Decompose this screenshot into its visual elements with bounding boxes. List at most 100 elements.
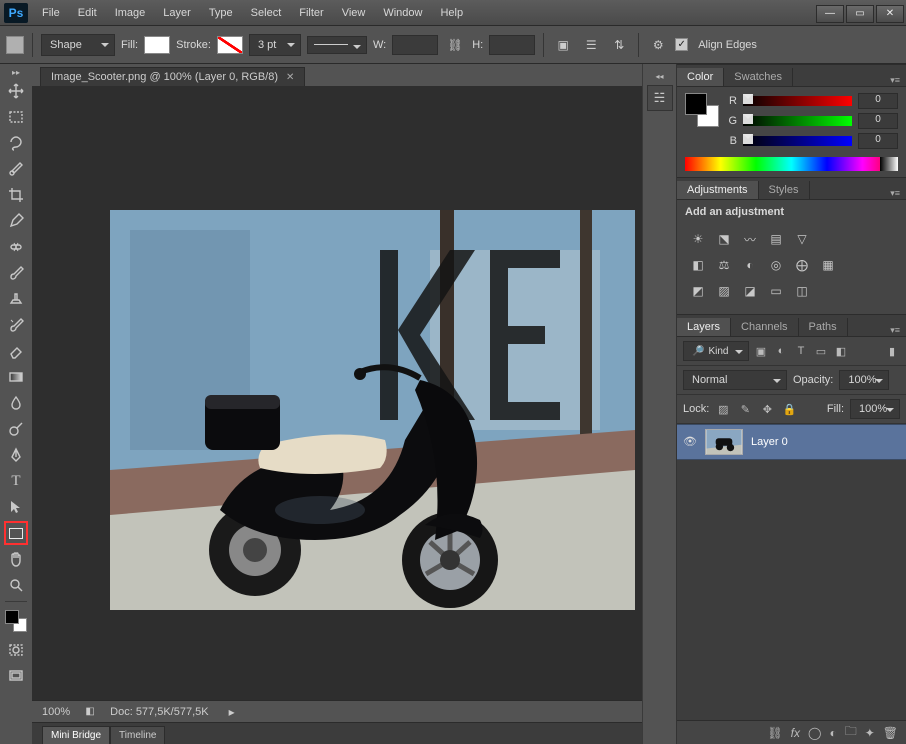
panel-menu-icon[interactable]: ▾≡ [884,188,906,199]
color-lookup-icon[interactable]: ▦ [817,254,839,276]
layer-mask-icon[interactable]: ◯ [808,726,821,740]
layer-filter-kind-dropdown[interactable]: 🔎Kind [683,341,749,361]
adjustments-tab[interactable]: Adjustments [677,181,759,199]
fill-opacity-field[interactable]: 100% [850,399,900,419]
foreground-background-swatch[interactable] [4,606,28,636]
lasso-tool[interactable] [4,131,28,155]
crop-tool[interactable] [4,183,28,207]
lock-pixels-icon[interactable]: ✎ [737,401,753,417]
canvas[interactable] [32,86,642,700]
threshold-icon[interactable]: ◪ [739,280,761,302]
stroke-swatch[interactable] [217,36,243,54]
panel-menu-icon[interactable]: ▾≡ [884,325,906,336]
hue-saturation-icon[interactable]: ◧ [687,254,709,276]
clone-stamp-tool[interactable] [4,287,28,311]
layers-tab[interactable]: Layers [677,318,731,336]
new-layer-icon[interactable]: ✦ [865,726,875,740]
link-wh-icon[interactable]: ⛓ [444,34,466,56]
stroke-width-field[interactable]: 3 pt [249,34,301,56]
menu-filter[interactable]: Filter [291,3,331,23]
filter-shape-icon[interactable]: ▭ [813,343,829,359]
color-balance-icon[interactable]: ⚖ [713,254,735,276]
lock-position-icon[interactable]: ✥ [759,401,775,417]
layer-name[interactable]: Layer 0 [751,436,788,448]
visibility-toggle-icon[interactable]: 👁 [683,435,697,449]
width-field[interactable] [392,35,438,55]
path-arrange-icon[interactable]: ⇅ [608,34,630,56]
blend-mode-dropdown[interactable]: Normal [683,370,787,390]
filter-type-icon[interactable]: T [793,343,809,359]
rectangle-shape-tool[interactable] [4,521,28,545]
curves-icon[interactable]: 〰 [739,228,761,250]
b-value[interactable]: 0 [858,133,898,149]
b-slider[interactable] [743,136,852,146]
menu-select[interactable]: Select [243,3,290,23]
zoom-tool[interactable] [4,573,28,597]
window-minimize-button[interactable]: — [816,5,844,23]
eraser-tool[interactable] [4,339,28,363]
pen-tool[interactable] [4,443,28,467]
stroke-style-dropdown[interactable] [307,36,367,54]
fill-swatch[interactable] [144,36,170,54]
layer-effects-icon[interactable]: fx [791,726,800,740]
brush-tool[interactable] [4,261,28,285]
panel-menu-icon[interactable]: ▾≡ [884,75,906,86]
opacity-field[interactable]: 100% [839,370,889,390]
gradient-tool[interactable] [4,365,28,389]
layer-row[interactable]: 👁 Layer 0 [677,424,906,460]
path-alignment-icon[interactable]: ☰ [580,34,602,56]
invert-icon[interactable]: ◩ [687,280,709,302]
delete-layer-icon[interactable]: 🗑 [883,726,898,740]
posterize-icon[interactable]: ▨ [713,280,735,302]
vibrance-icon[interactable]: ▽ [791,228,813,250]
levels-icon[interactable]: ⬔ [713,228,735,250]
selective-color-icon[interactable]: ◫ [791,280,813,302]
blur-tool[interactable] [4,391,28,415]
hand-tool[interactable] [4,547,28,571]
link-layers-icon[interactable]: ⛓ [767,726,782,740]
lock-transparency-icon[interactable]: ▨ [715,401,731,417]
close-icon[interactable]: ✕ [286,72,294,83]
photo-filter-icon[interactable]: ◎ [765,254,787,276]
dodge-tool[interactable] [4,417,28,441]
window-maximize-button[interactable]: ▭ [846,5,874,23]
color-tab[interactable]: Color [677,68,724,86]
mini-bridge-tab[interactable]: Mini Bridge [42,726,110,744]
status-more-icon[interactable]: ▸ [221,701,243,723]
r-value[interactable]: 0 [858,93,898,109]
menu-type[interactable]: Type [201,3,241,23]
toolbox-collapse-grip[interactable]: ▸▸ [0,68,32,78]
new-adjustment-layer-icon[interactable]: ◐ [829,726,836,740]
document-info[interactable]: Doc: 577,5K/577,5K [110,706,208,718]
g-slider[interactable] [743,116,852,126]
lock-all-icon[interactable]: 🔒 [781,401,797,417]
screen-mode-toggle[interactable] [4,664,28,688]
new-group-icon[interactable]: 🗀 [845,722,857,743]
gradient-map-icon[interactable]: ▭ [765,280,787,302]
menu-file[interactable]: File [34,3,68,23]
gear-icon[interactable]: ⚙ [647,34,669,56]
menu-edit[interactable]: Edit [70,3,105,23]
history-panel-icon[interactable]: ☵ [647,85,673,111]
quick-mask-toggle[interactable] [4,638,28,662]
brightness-contrast-icon[interactable]: ☀ [687,228,709,250]
rectangular-marquee-tool[interactable] [4,105,28,129]
path-selection-tool[interactable] [4,495,28,519]
spot-healing-tool[interactable] [4,235,28,259]
height-field[interactable] [489,35,535,55]
exposure-icon[interactable]: ▤ [765,228,787,250]
move-tool[interactable] [4,79,28,103]
document-tab[interactable]: Image_Scooter.png @ 100% (Layer 0, RGB/8… [40,67,305,86]
filter-adjust-icon[interactable]: ◐ [773,343,789,359]
channels-tab[interactable]: Channels [731,318,798,336]
window-close-button[interactable]: ✕ [876,5,904,23]
history-brush-tool[interactable] [4,313,28,337]
status-doc-icon[interactable]: ◧ [82,704,98,720]
menu-help[interactable]: Help [432,3,471,23]
menu-view[interactable]: View [334,3,374,23]
channel-mixer-icon[interactable]: ⨁ [791,254,813,276]
menu-window[interactable]: Window [375,3,430,23]
menu-image[interactable]: Image [107,3,154,23]
black-white-icon[interactable]: ◐ [739,254,761,276]
type-tool[interactable]: T [4,469,28,493]
